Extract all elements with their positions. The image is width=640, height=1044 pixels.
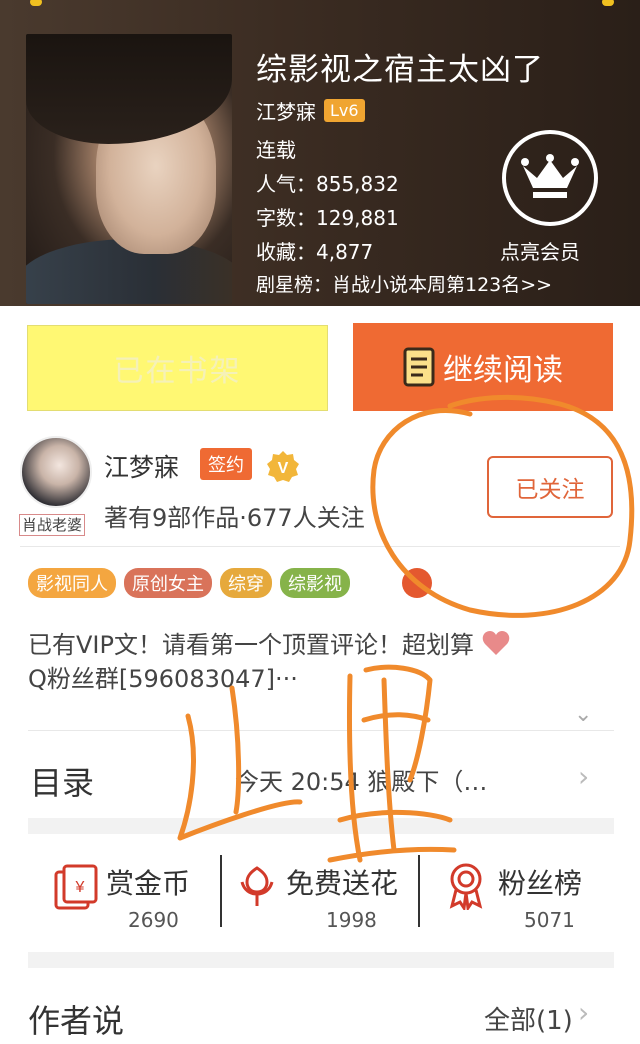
fan-ranking-label: 粉丝榜 bbox=[498, 867, 583, 900]
level-badge: Lv6 bbox=[324, 99, 365, 122]
author-name[interactable]: 江梦寐 bbox=[104, 448, 179, 484]
reward-coins-label: 赏金币 bbox=[106, 867, 191, 900]
serial-status: 连载 bbox=[256, 138, 296, 162]
genre-tag[interactable]: 影视同人 bbox=[28, 568, 116, 598]
genre-tag[interactable]: 综影视 bbox=[280, 568, 350, 598]
divider bbox=[418, 855, 420, 927]
all-comments-link[interactable]: 全部(1) bbox=[484, 1000, 573, 1037]
description-line-2: Q粉丝群[596083047]··· bbox=[28, 665, 298, 693]
favorites-stat: 收藏：4,877 bbox=[256, 240, 374, 264]
toc-label[interactable]: 目录 bbox=[30, 758, 94, 804]
follow-button[interactable]: 已关注 bbox=[487, 456, 613, 518]
latest-chapter[interactable]: 今天 20:54 狼殿下（… bbox=[235, 762, 487, 797]
reward-coins-button[interactable]: ¥ 赏金币 2690 bbox=[50, 862, 190, 932]
description-line-1: 已有VIP文！请看第一个顶置评论！超划算 bbox=[28, 631, 474, 659]
divider bbox=[20, 546, 620, 547]
author-summary: 著有9部作品·677人关注 bbox=[104, 504, 365, 532]
genre-tag[interactable]: 综穿 bbox=[220, 568, 272, 598]
flower-icon bbox=[240, 866, 274, 906]
continue-reading-button[interactable]: 继续阅读 bbox=[353, 323, 613, 411]
chevron-right-icon[interactable]: › bbox=[578, 760, 589, 793]
verified-icon: V bbox=[267, 451, 299, 482]
status-dot bbox=[602, 0, 614, 6]
medal-icon bbox=[449, 863, 483, 910]
genre-tag[interactable]: 原创女主 bbox=[124, 568, 212, 598]
word-count-stat: 字数：129,881 bbox=[256, 206, 399, 230]
heart-icon bbox=[482, 631, 509, 655]
book-cover[interactable] bbox=[26, 34, 232, 304]
book-description[interactable]: 已有VIP文！请看第一个顶置评论！超划算 Q粉丝群[596083047]··· bbox=[28, 628, 608, 696]
author-avatar[interactable] bbox=[20, 436, 92, 508]
book-title: 综影视之宿主太凶了 bbox=[256, 52, 544, 88]
signed-badge: 签约 bbox=[200, 448, 252, 480]
member-label[interactable]: 点亮会员 bbox=[500, 236, 580, 265]
red-envelope-icon: ¥ bbox=[54, 864, 98, 910]
book-icon bbox=[403, 347, 435, 387]
divider bbox=[220, 855, 222, 927]
fan-ranking-button[interactable]: 粉丝榜 5071 bbox=[446, 862, 582, 932]
crown-icon bbox=[521, 154, 579, 198]
section-gap bbox=[28, 818, 614, 834]
send-flower-button[interactable]: 免费送花 1998 bbox=[236, 862, 398, 932]
fan-count: 5071 bbox=[524, 908, 575, 932]
send-flower-label: 免费送花 bbox=[286, 867, 399, 900]
section-gap bbox=[28, 952, 614, 968]
book-header: 综影视之宿主太凶了 江梦寐 Lv6 连载 人气：855,832 字数：129,8… bbox=[0, 0, 640, 306]
reward-coins-count: 2690 bbox=[128, 908, 179, 932]
book-author-row[interactable]: 江梦寐 Lv6 bbox=[256, 96, 365, 125]
chevron-right-icon[interactable]: › bbox=[578, 996, 589, 1029]
svg-text:V: V bbox=[278, 460, 289, 477]
member-button[interactable] bbox=[502, 130, 598, 226]
tag-list: 影视同人 原创女主 综穿 综影视 bbox=[28, 568, 350, 598]
popularity-stat: 人气：855,832 bbox=[256, 172, 399, 196]
more-tags-indicator[interactable] bbox=[402, 568, 432, 598]
on-shelf-button[interactable]: 已在书架 bbox=[27, 325, 328, 411]
svg-text:¥: ¥ bbox=[75, 879, 85, 896]
book-author[interactable]: 江梦寐 bbox=[256, 96, 316, 125]
rank-link[interactable]: 剧星榜：肖战小说本周第123名>> bbox=[256, 270, 552, 297]
author-says-label: 作者说 bbox=[28, 1002, 125, 1040]
expand-chevron-icon[interactable]: ⌄ bbox=[574, 702, 592, 727]
flower-count: 1998 bbox=[326, 908, 377, 932]
continue-reading-label: 继续阅读 bbox=[443, 353, 563, 388]
divider bbox=[28, 730, 614, 731]
avatar-tag: 肖战老婆 bbox=[19, 514, 86, 536]
status-dot bbox=[30, 0, 42, 6]
